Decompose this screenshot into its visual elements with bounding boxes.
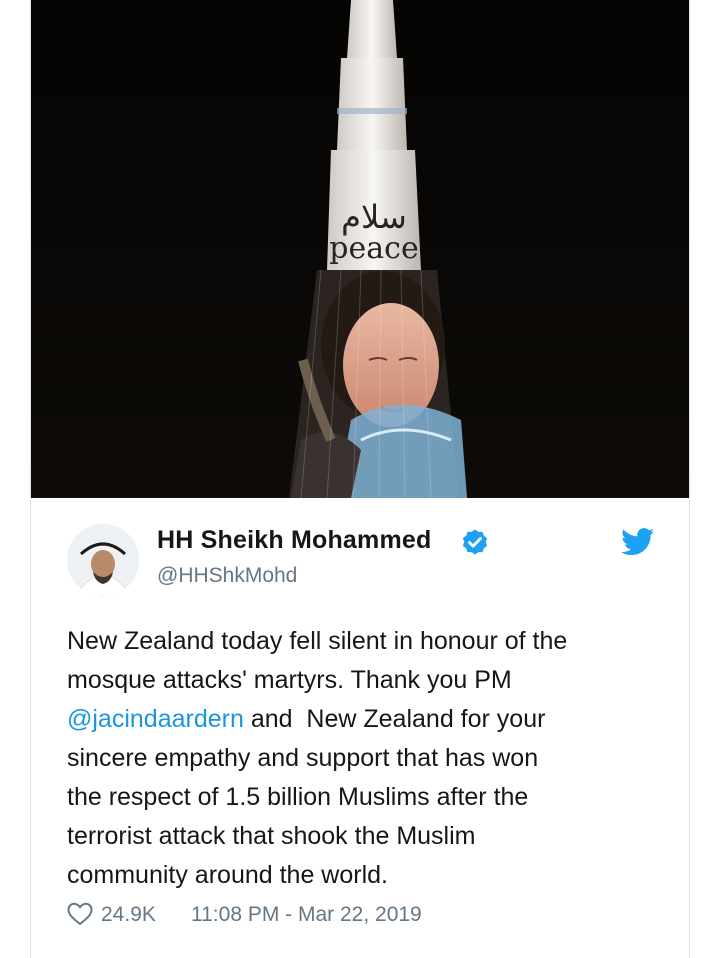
tweet-line: @jacindaardern and New Zealand for your	[67, 705, 546, 733]
tweet-header: HH Sheikh Mohammed @HHShkMohd	[31, 498, 689, 618]
heart-icon[interactable]	[67, 902, 93, 926]
avatar[interactable]	[67, 524, 139, 596]
author-display-name[interactable]: HH Sheikh Mohammed	[157, 526, 431, 555]
tweet-line: the respect of 1.5 billion Muslims after…	[67, 783, 529, 811]
tweet-body: New Zealand today fell silent in honour …	[67, 622, 667, 895]
tweet-image[interactable]: سلام peace	[31, 0, 689, 498]
tweet-line: sincere empathy and support that has won	[67, 744, 539, 772]
tweet-footer: 24.9K 11:08 PM - Mar 22, 2019	[67, 900, 667, 932]
projected-english-word: peace	[329, 231, 418, 266]
tweet-timestamp[interactable]: 11:08 PM - Mar 22, 2019	[191, 903, 422, 927]
tweet-line: mosque attacks' martyrs. Thank you PM	[67, 666, 512, 694]
like-count[interactable]: 24.9K	[101, 903, 156, 927]
tower-spire	[347, 0, 397, 58]
verified-badge-icon	[462, 529, 488, 555]
twitter-bird-icon[interactable]	[621, 528, 655, 556]
tweet-line: terrorist attack that shook the Muslim	[67, 822, 476, 850]
tower-illustration: سلام peace	[31, 0, 689, 498]
tweet-card: سلام peace HH Sheikh Mohammed @HHShkMohd…	[30, 0, 690, 958]
profile-photo	[67, 524, 139, 596]
tweet-line: New Zealand today fell silent in honour …	[67, 627, 568, 655]
author-handle[interactable]: @HHShkMohd	[157, 564, 297, 588]
tweet-line: community around the world.	[67, 861, 388, 889]
mention-link[interactable]: @jacindaardern	[67, 705, 244, 733]
